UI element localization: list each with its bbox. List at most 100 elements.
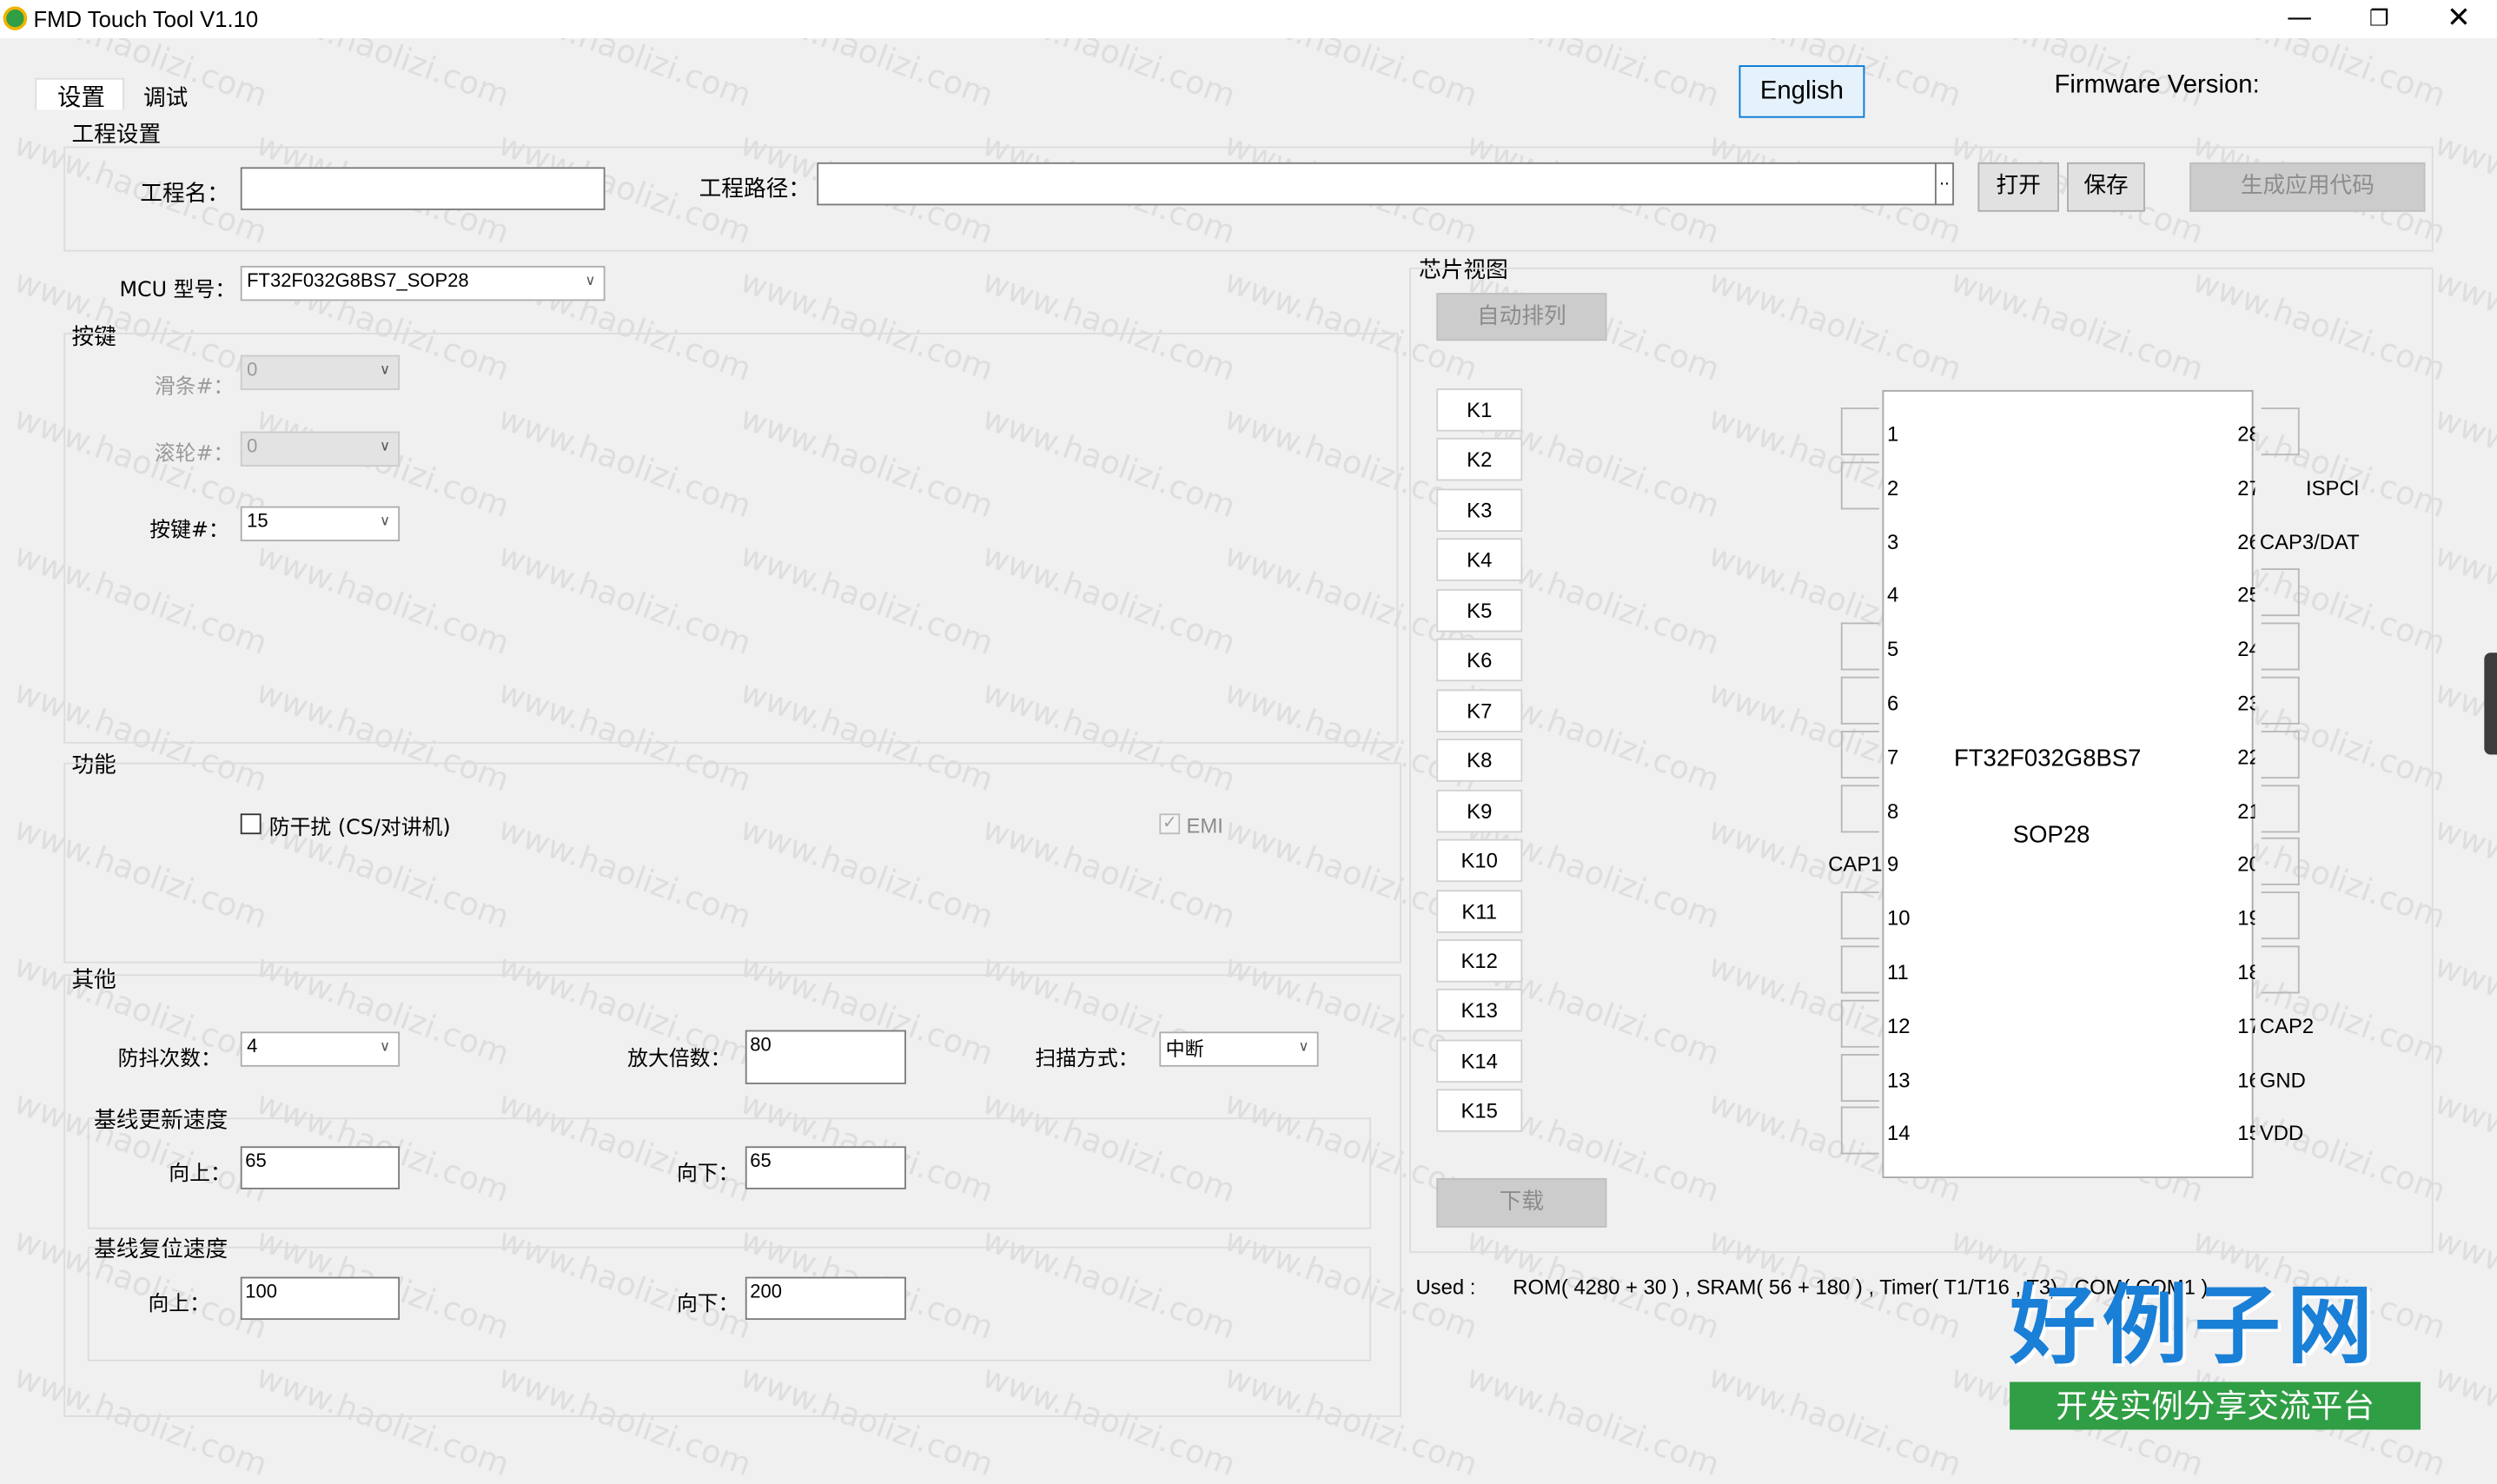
key-button[interactable]: K15 [1436, 1089, 1523, 1133]
pin-slot-left[interactable] [1840, 891, 1879, 940]
open-button[interactable]: 打开 [1977, 162, 2059, 212]
chip-pin-number: 17 [2237, 1013, 2255, 1038]
pin-slot-right[interactable] [2261, 568, 2300, 617]
update-down-input[interactable]: 65 [745, 1146, 906, 1189]
chip-pin-number: 19 [2237, 905, 2255, 931]
browse-button[interactable]: .. [1934, 162, 1954, 206]
chip-pin-label: CAP3/DAT [2259, 529, 2360, 553]
key-button[interactable]: K13 [1436, 989, 1523, 1033]
pin-slot-left[interactable] [1840, 784, 1879, 832]
project-settings-group-title: 工程设置 [71, 123, 162, 149]
pin-slot-right[interactable] [2261, 622, 2300, 671]
key-count-label: 按键#： [149, 519, 229, 543]
key-button[interactable]: K8 [1436, 739, 1523, 782]
debounce-select[interactable]: 4 ∨ [240, 1031, 401, 1067]
pin-slot-left[interactable] [1840, 407, 1879, 456]
chip-pin-number: 8 [1886, 798, 1899, 823]
minimize-button[interactable]: — [2277, 0, 2321, 38]
mcu-model-select[interactable]: FT32F032G8BS7_SOP28 ∨ [240, 266, 606, 301]
pin-slot-right[interactable] [2261, 407, 2300, 456]
project-name-input[interactable] [240, 167, 606, 210]
chip-pin-number: 24 [2237, 637, 2255, 661]
key-button[interactable]: K3 [1436, 488, 1523, 532]
pin-slot-right[interactable] [2261, 730, 2300, 778]
debounce-value: 4 [247, 1035, 258, 1057]
key-button[interactable]: K4 [1436, 538, 1523, 582]
pin-slot-right[interactable] [2261, 945, 2300, 994]
project-name-label: 工程名： [140, 181, 229, 208]
project-path-label: 工程路径： [699, 176, 811, 202]
generate-code-button[interactable]: 生成应用代码 [2189, 162, 2426, 212]
close-button[interactable]: ✕ [2436, 0, 2480, 38]
project-path-input[interactable] [817, 162, 1937, 206]
tab-settings-label: 设置 [56, 83, 106, 112]
slider-count-select: 0 ∨ [240, 354, 401, 390]
reset-down-input[interactable]: 200 [745, 1276, 906, 1321]
auto-arrange-button[interactable]: 自动排列 [1436, 293, 1607, 341]
chevron-down-icon: ∨ [379, 513, 391, 529]
chip-pin-number: 27 [2237, 475, 2255, 500]
key-button[interactable]: K14 [1436, 1039, 1523, 1083]
side-scroll-handle[interactable] [2484, 653, 2497, 755]
update-up-label: 向上： [169, 1162, 231, 1187]
pin-slot-right[interactable] [2261, 676, 2300, 725]
key-button[interactable]: K6 [1436, 639, 1523, 682]
chip-pin-number: 10 [1886, 905, 1911, 931]
emi-checkbox: ✓ [1159, 813, 1181, 835]
key-button[interactable]: K9 [1436, 789, 1523, 832]
window-title: FMD Touch Tool V1.10 [33, 6, 259, 32]
emi-label: EMI [1186, 813, 1223, 838]
chip-pin-number: 20 [2237, 852, 2255, 877]
firmware-version-label: Firmware Version: [2054, 71, 2260, 99]
key-button[interactable]: K1 [1436, 388, 1523, 432]
restore-button[interactable]: ❐ [2357, 0, 2401, 38]
pin-slot-left[interactable] [1840, 622, 1879, 671]
key-button[interactable]: K12 [1436, 939, 1523, 983]
chip-pin-number: 25 [2237, 583, 2255, 607]
pin-slot-left[interactable] [1840, 1107, 1879, 1156]
pin-slot-left[interactable] [1840, 1053, 1879, 1102]
download-button[interactable]: 下载 [1436, 1177, 1607, 1228]
scan-mode-value: 中断 [1165, 1037, 1204, 1061]
chevron-down-icon: ∨ [379, 1037, 391, 1055]
chip-body [1882, 389, 2254, 1178]
key-count-value: 15 [247, 509, 268, 533]
chevron-down-icon: ∨ [585, 272, 596, 288]
chip-pin-number: 2 [1886, 475, 1899, 500]
update-down-label: 向下： [676, 1162, 739, 1187]
key-count-select[interactable]: 15 ∨ [240, 506, 401, 542]
gain-input[interactable]: 80 [745, 1030, 906, 1084]
key-button[interactable]: K10 [1436, 838, 1523, 883]
anti-interference-label: 防干扰 (CS/对讲机) [268, 817, 451, 841]
anti-interference-checkbox[interactable] [240, 813, 262, 835]
tab-settings[interactable]: 设置 [35, 77, 124, 112]
pin-slot-right[interactable] [2261, 891, 2300, 940]
pin-slot-left[interactable] [1840, 999, 1879, 1048]
tab-debug[interactable]: 调试 [143, 81, 188, 113]
brand-logo: 好例子网 开发实例分享交流平台 [2010, 1274, 2421, 1440]
scan-mode-label: 扫描方式： [1035, 1047, 1139, 1072]
chip-pin-number: 3 [1886, 529, 1899, 553]
app-icon [3, 6, 28, 30]
chip-pin-label: CAP1 [1828, 852, 1883, 877]
update-up-input[interactable]: 65 [240, 1146, 401, 1189]
chip-pin-number: 28 [2237, 421, 2255, 447]
chip-pin-label: ISPCl [2306, 475, 2359, 500]
pin-slot-left[interactable] [1840, 730, 1879, 778]
wheel-count-value: 0 [247, 434, 258, 457]
key-button[interactable]: K2 [1436, 438, 1523, 482]
chip-pin-number: 15 [2237, 1121, 2255, 1146]
pin-slot-left[interactable] [1840, 676, 1879, 725]
reset-up-input[interactable]: 100 [240, 1276, 401, 1321]
key-button[interactable]: K7 [1436, 688, 1523, 732]
english-button[interactable]: English [1739, 65, 1865, 118]
key-button[interactable]: K11 [1436, 889, 1523, 932]
save-button[interactable]: 保存 [2067, 162, 2145, 212]
pin-slot-right[interactable] [2261, 838, 2300, 886]
pin-slot-left[interactable] [1840, 461, 1879, 509]
chip-name: FT32F032G8BS7 [1953, 745, 2142, 772]
pin-slot-right[interactable] [2261, 784, 2300, 832]
key-button[interactable]: K5 [1436, 588, 1523, 633]
scan-mode-select[interactable]: 中断 ∨ [1159, 1031, 1319, 1067]
pin-slot-left[interactable] [1840, 945, 1879, 994]
